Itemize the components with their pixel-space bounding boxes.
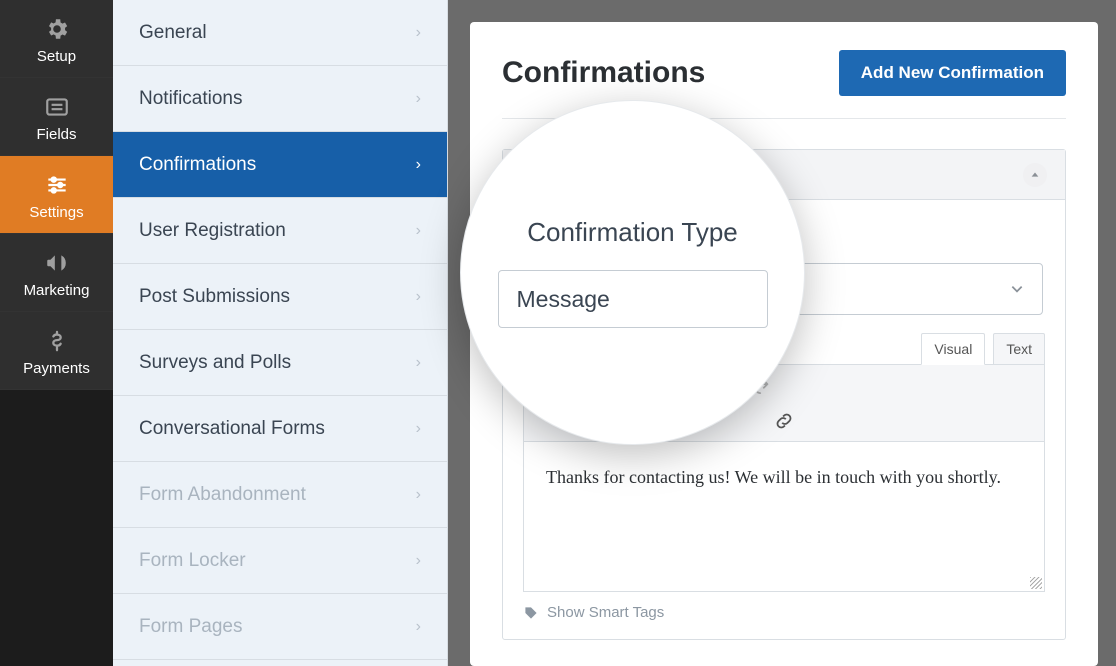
- nav-setup[interactable]: Setup: [0, 0, 113, 78]
- list-icon: [42, 92, 72, 122]
- page-title: Confirmations: [502, 56, 705, 90]
- tag-icon: [523, 605, 539, 621]
- magnifier-lens: Confirmation Type Message: [460, 100, 805, 445]
- sub-general[interactable]: General›: [113, 0, 447, 66]
- editor-tab-visual[interactable]: Visual: [921, 333, 985, 365]
- sub-post-submissions[interactable]: Post Submissions›: [113, 264, 447, 330]
- resize-handle[interactable]: [1030, 577, 1042, 589]
- sub-notifications[interactable]: Notifications›: [113, 66, 447, 132]
- chevron-right-icon: ›: [416, 288, 421, 306]
- primary-nav: Setup Fields Settings Marketing Payments: [0, 0, 113, 666]
- bullhorn-icon: [42, 248, 72, 278]
- nav-label: Payments: [23, 360, 90, 377]
- smart-tags-label: Show Smart Tags: [547, 604, 664, 621]
- editor-content-text: Thanks for contacting us! We will be in …: [546, 467, 1001, 487]
- nav-label: Setup: [37, 48, 76, 65]
- sub-confirmations[interactable]: Confirmations›: [113, 132, 447, 198]
- sub-conversational-forms[interactable]: Conversational Forms›: [113, 396, 447, 462]
- chevron-right-icon: ›: [416, 618, 421, 636]
- chevron-right-icon: ›: [416, 552, 421, 570]
- nav-payments[interactable]: Payments: [0, 312, 113, 390]
- gear-icon: [42, 14, 72, 44]
- nav-marketing[interactable]: Marketing: [0, 234, 113, 312]
- chevron-right-icon: ›: [416, 156, 421, 174]
- nav-spacer: [0, 390, 113, 666]
- sub-user-registration[interactable]: User Registration›: [113, 198, 447, 264]
- nav-fields[interactable]: Fields: [0, 78, 113, 156]
- editor-textarea[interactable]: Thanks for contacting us! We will be in …: [523, 442, 1045, 592]
- sub-surveys-polls[interactable]: Surveys and Polls›: [113, 330, 447, 396]
- add-new-confirmation-button[interactable]: Add New Confirmation: [839, 50, 1066, 96]
- lens-select-value: Message: [517, 286, 610, 313]
- nav-label: Fields: [36, 126, 76, 143]
- chevron-down-icon: [1010, 282, 1024, 296]
- nav-settings[interactable]: Settings: [0, 156, 113, 234]
- dollar-icon: [42, 326, 72, 356]
- chevron-right-icon: ›: [416, 486, 421, 504]
- nav-label: Marketing: [24, 282, 90, 299]
- chevron-right-icon: ›: [416, 222, 421, 240]
- sliders-icon: [42, 170, 72, 200]
- lens-ctype-label: Confirmation Type: [527, 217, 738, 248]
- sub-form-abandonment[interactable]: Form Abandonment›: [113, 462, 447, 528]
- lens-ctype-select[interactable]: Message: [498, 270, 768, 328]
- settings-subnav: General› Notifications› Confirmations› U…: [113, 0, 448, 666]
- show-smart-tags-link[interactable]: Show Smart Tags: [523, 604, 1045, 621]
- nav-label: Settings: [29, 204, 83, 221]
- sub-form-pages[interactable]: Form Pages›: [113, 594, 447, 660]
- chevron-right-icon: ›: [416, 354, 421, 372]
- sub-form-locker[interactable]: Form Locker›: [113, 528, 447, 594]
- collapse-icon[interactable]: [1023, 163, 1047, 187]
- chevron-right-icon: ›: [416, 24, 421, 42]
- chevron-right-icon: ›: [416, 90, 421, 108]
- chevron-right-icon: ›: [416, 420, 421, 438]
- editor-tab-text[interactable]: Text: [993, 333, 1045, 365]
